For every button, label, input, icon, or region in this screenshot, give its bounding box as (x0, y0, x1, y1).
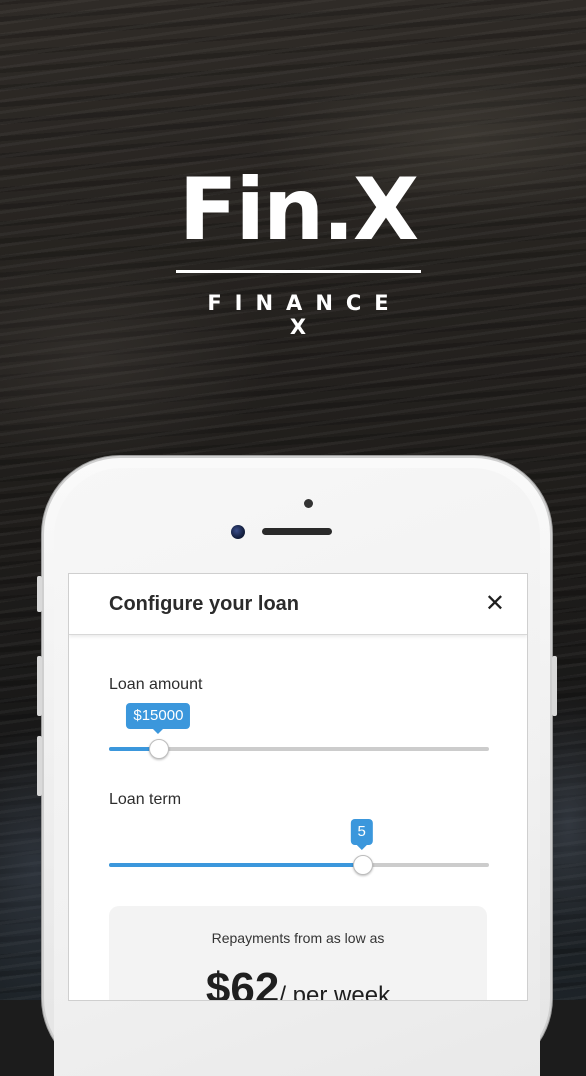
earpiece-speaker (262, 528, 332, 535)
logo-wordmark: Fin.X (178, 160, 419, 260)
loan-term-slider-thumb[interactable] (352, 855, 373, 875)
loan-term-slider[interactable]: 5 (109, 819, 489, 875)
phone-side-button (37, 576, 42, 612)
proximity-sensor (304, 499, 313, 508)
phone-volume-down (37, 736, 42, 796)
logo-divider (175, 270, 421, 273)
loan-amount-slider-thumb[interactable] (149, 739, 170, 759)
loan-term-value-badge: 5 (350, 819, 373, 850)
loan-config-screen: Configure your loan ✕ Loan amount $15000… (69, 574, 527, 1000)
repayment-amount: $62 (205, 964, 280, 1000)
loan-amount-value-badge: $15000 (126, 703, 191, 734)
slider-fill (109, 863, 362, 867)
loan-amount-slider[interactable]: $15000 (109, 703, 489, 759)
phone-volume-up (37, 656, 42, 716)
repayment-summary-card: Repayments from as low as $62/ per week (109, 906, 487, 1000)
loan-amount-label: Loan amount (109, 676, 203, 693)
logo-tagline: FINANCE X (207, 291, 402, 339)
loan-term-label: Loan term (109, 791, 182, 808)
modal-header: Configure your loan ✕ (69, 574, 527, 635)
repayment-caption: Repayments from as low as (211, 930, 385, 946)
brand-logo: Fin.X FINANCE X (170, 160, 426, 339)
repayment-period: / per week (279, 982, 391, 1000)
modal-title: Configure your loan (109, 593, 299, 615)
front-camera (231, 525, 245, 539)
close-icon[interactable]: ✕ (485, 592, 505, 616)
repayment-amount-row: $62/ per week (109, 964, 487, 1000)
phone-power-button (552, 656, 557, 716)
